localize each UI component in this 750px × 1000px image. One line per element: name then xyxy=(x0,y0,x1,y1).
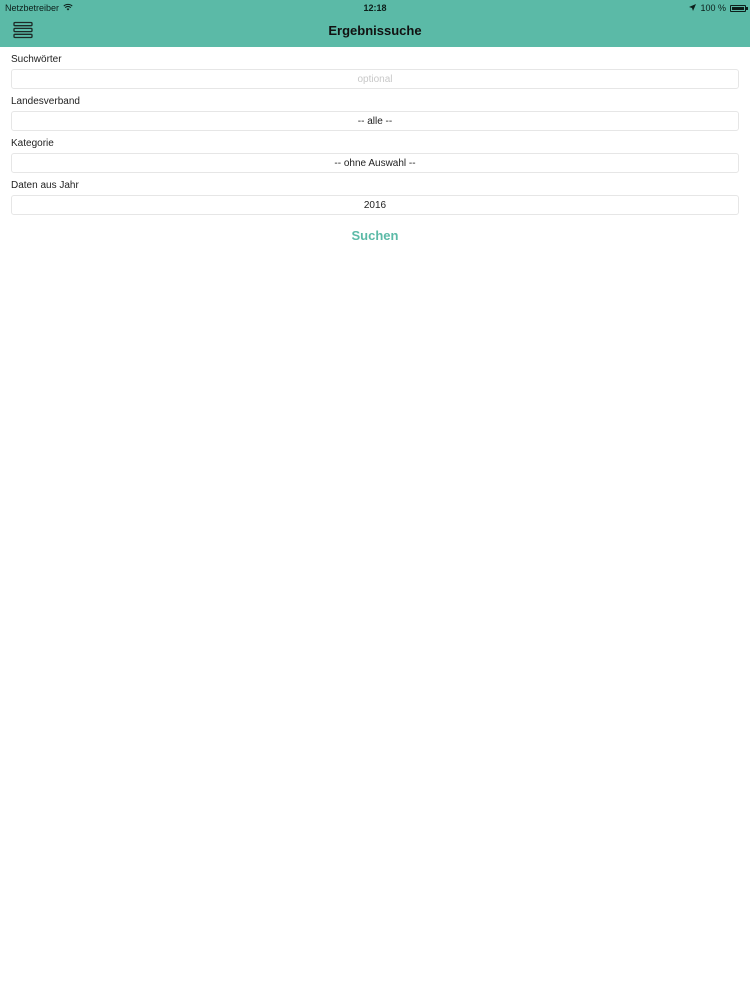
category-select[interactable]: -- ohne Auswahl -- xyxy=(11,153,739,173)
search-button[interactable]: Suchen xyxy=(11,228,739,243)
battery-percent: 100 % xyxy=(700,3,726,13)
category-label: Kategorie xyxy=(11,138,54,149)
page-title: Ergebnissuche xyxy=(328,23,422,38)
status-time: 12:18 xyxy=(363,3,387,13)
status-right: 100 % xyxy=(689,3,748,13)
search-form: Suchwörter optional Landesverband -- all… xyxy=(11,47,739,243)
year-select[interactable]: 2016 xyxy=(11,195,739,215)
status-bar: Netzbetreiber 12:18 100 % xyxy=(0,0,750,16)
battery-icon xyxy=(730,4,748,12)
nav-bar: Ergebnissuche xyxy=(0,16,750,47)
keywords-placeholder: optional xyxy=(357,74,393,85)
location-arrow-icon xyxy=(689,3,697,13)
app-header: Netzbetreiber 12:18 100 % Ergebnissuche xyxy=(0,0,750,47)
keywords-label: Suchwörter xyxy=(11,54,62,65)
year-label: Daten aus Jahr xyxy=(11,180,79,191)
association-label: Landesverband xyxy=(11,96,80,107)
association-select[interactable]: -- alle -- xyxy=(11,111,739,131)
keywords-input[interactable]: optional xyxy=(11,69,739,89)
